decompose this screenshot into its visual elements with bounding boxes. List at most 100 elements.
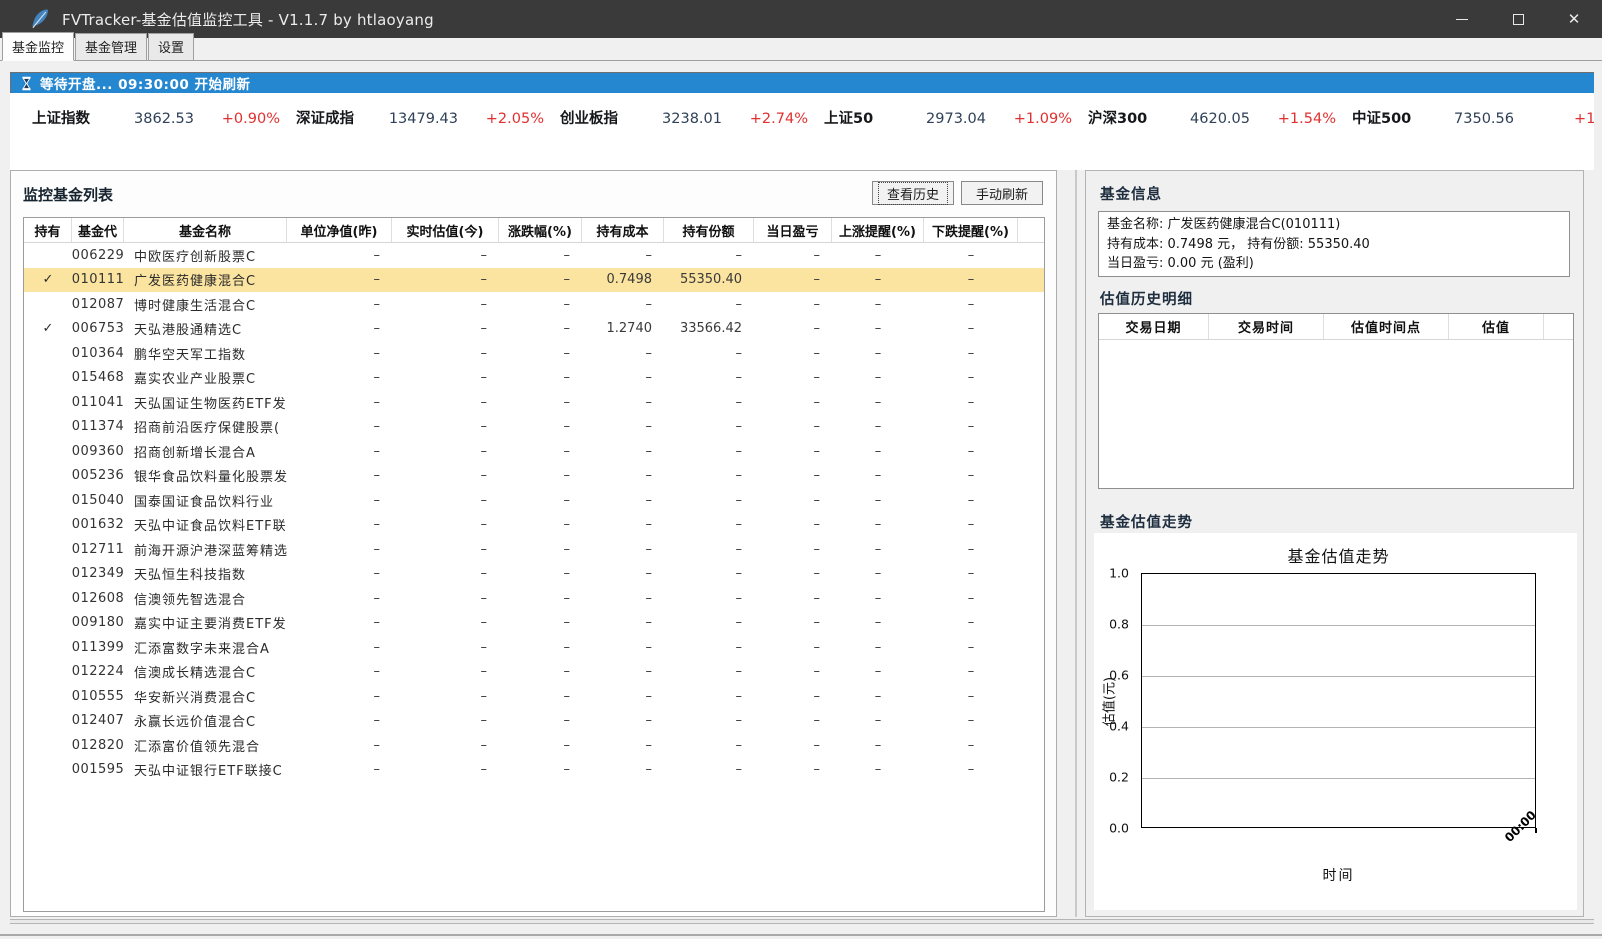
- cell-filler: [1018, 439, 1044, 464]
- cell-cost: –: [582, 243, 664, 268]
- fund-row[interactable]: 012349 天弘恒生科技指数 – – – – – – – –: [24, 562, 1044, 587]
- cell-rise-alert: –: [832, 464, 924, 489]
- cell-held: [24, 611, 72, 636]
- fund-row[interactable]: 005236 银华食品饮料量化股票发 – – – – – – – –: [24, 464, 1044, 489]
- cell-filler: [1018, 390, 1044, 415]
- cell-fall-alert: –: [924, 317, 1018, 342]
- cell-cost: –: [582, 586, 664, 611]
- cell-filler: [1018, 758, 1044, 783]
- cell-name: 信澳领先智选混合: [124, 586, 287, 611]
- cell-change-pct: –: [499, 611, 582, 636]
- cell-fall-alert: –: [924, 439, 1018, 464]
- cell-pnl-today: –: [754, 366, 832, 391]
- minimize-button[interactable]: [1434, 0, 1490, 38]
- column-header[interactable]: 上涨提醒(%): [832, 218, 924, 242]
- cell-nav-prev: –: [287, 243, 392, 268]
- column-header[interactable]: 当日盈亏: [754, 218, 832, 242]
- cell-nav-prev: –: [287, 586, 392, 611]
- fund-row[interactable]: 009360 招商创新增长混合A – – – – – – – –: [24, 439, 1044, 464]
- cell-filler: [1018, 562, 1044, 587]
- cell-code: 010111: [72, 268, 124, 293]
- column-header[interactable]: 实时估值(今): [392, 218, 499, 242]
- index-value: 3238.01: [626, 111, 722, 127]
- close-button[interactable]: ✕: [1546, 0, 1602, 38]
- tab[interactable]: 基金监控: [2, 32, 74, 61]
- cell-fall-alert: –: [924, 488, 1018, 513]
- view-history-button[interactable]: 查看历史: [872, 181, 954, 205]
- fund-row[interactable]: 010364 鹏华空天军工指数 – – – – – – – –: [24, 341, 1044, 366]
- chart-ytick-label: 0.8: [1109, 617, 1129, 632]
- cell-shares: –: [664, 562, 754, 587]
- cell-shares: –: [664, 415, 754, 440]
- column-header[interactable]: 持有份额: [664, 218, 754, 242]
- cell-shares: –: [664, 733, 754, 758]
- window-bottom-edge: [0, 934, 1602, 936]
- cell-rise-alert: –: [832, 366, 924, 391]
- column-header[interactable]: 基金代: [72, 218, 124, 242]
- cell-pnl-today: –: [754, 758, 832, 783]
- cell-rise-alert: –: [832, 611, 924, 636]
- column-header[interactable]: 下跌提醒(%): [924, 218, 1018, 242]
- history-column-header[interactable]: 估值: [1449, 314, 1544, 339]
- fund-row[interactable]: 015040 国泰国证食品饮料行业 – – – – – – – –: [24, 488, 1044, 513]
- cell-change-pct: –: [499, 341, 582, 366]
- cell-change-pct: –: [499, 488, 582, 513]
- cell-change-pct: –: [499, 733, 582, 758]
- column-header[interactable]: 单位净值(昨): [287, 218, 392, 242]
- cell-held: [24, 292, 72, 317]
- cell-shares: –: [664, 243, 754, 268]
- column-header[interactable]: 持有成本: [582, 218, 664, 242]
- fund-row[interactable]: 001595 天弘中证银行ETF联接C – – – – – – – –: [24, 758, 1044, 783]
- fund-row[interactable]: ✓ 010111 广发医药健康混合C – – – 0.7498 55350.40…: [24, 268, 1044, 293]
- cell-nav-prev: –: [287, 733, 392, 758]
- cell-cost: 0.7498: [582, 268, 664, 293]
- manual-refresh-button[interactable]: 手动刷新: [961, 181, 1043, 205]
- fund-row[interactable]: 012608 信澳领先智选混合 – – – – – – – –: [24, 586, 1044, 611]
- fund-row[interactable]: 012224 信澳成长精选混合C – – – – – – – –: [24, 660, 1044, 685]
- fund-row[interactable]: 010555 华安新兴消费混合C – – – – – – – –: [24, 684, 1044, 709]
- horizontal-scrollbar[interactable]: [10, 919, 1594, 924]
- fund-row[interactable]: 001632 天弘中证食品饮料ETF联 – – – – – – – –: [24, 513, 1044, 538]
- history-column-header[interactable]: 交易日期: [1099, 314, 1209, 339]
- cell-fall-alert: –: [924, 635, 1018, 660]
- panel-divider[interactable]: [1075, 170, 1077, 917]
- cell-held: [24, 733, 72, 758]
- tab[interactable]: 设置: [148, 33, 194, 60]
- cell-filler: [1018, 292, 1044, 317]
- cell-fall-alert: –: [924, 366, 1018, 391]
- cell-rise-alert: –: [832, 537, 924, 562]
- cell-held: [24, 635, 72, 660]
- fund-row[interactable]: ✓ 006753 天弘港股通精选C – – – 1.2740 33566.42 …: [24, 317, 1044, 342]
- cell-cost: –: [582, 464, 664, 489]
- cell-pnl-today: –: [754, 268, 832, 293]
- history-column-header[interactable]: 交易时间: [1209, 314, 1324, 339]
- fund-row[interactable]: 012407 永赢长远价值混合C – – – – – – – –: [24, 709, 1044, 734]
- fund-row[interactable]: 009180 嘉实中证主要消费ETF发 – – – – – – – –: [24, 611, 1044, 636]
- fund-row[interactable]: 012087 博时健康生活混合C – – – – – – – –: [24, 292, 1044, 317]
- index-change: +1.09%: [986, 111, 1072, 127]
- cell-change-pct: –: [499, 635, 582, 660]
- cell-pnl-today: –: [754, 635, 832, 660]
- column-header[interactable]: 持有: [24, 218, 72, 242]
- chart-xtick-mark: [1535, 828, 1537, 833]
- fund-row[interactable]: 011041 天弘国证生物医药ETF发 – – – – – – – –: [24, 390, 1044, 415]
- cell-code: 012608: [72, 586, 124, 611]
- cell-code: 011399: [72, 635, 124, 660]
- cell-change-pct: –: [499, 660, 582, 685]
- fund-row[interactable]: 011374 招商前沿医疗保健股票( – – – – – – – –: [24, 415, 1044, 440]
- column-header[interactable]: 基金名称: [124, 218, 287, 242]
- fund-row[interactable]: 006229 中欧医疗创新股票C – – – – – – – –: [24, 243, 1044, 268]
- fund-row[interactable]: 015468 嘉实农业产业股票C – – – – – – – –: [24, 366, 1044, 391]
- fund-row[interactable]: 012820 汇添富价值领先混合 – – – – – – – –: [24, 733, 1044, 758]
- cell-filler: [1018, 268, 1044, 293]
- history-column-header[interactable]: 估值时间点: [1324, 314, 1449, 339]
- cell-rise-alert: –: [832, 243, 924, 268]
- fund-row[interactable]: 012711 前海开源沪港深蓝筹精选 – – – – – – – –: [24, 537, 1044, 562]
- tab[interactable]: 基金管理: [75, 33, 147, 60]
- cell-name: 鹏华空天军工指数: [124, 341, 287, 366]
- fund-row[interactable]: 011399 汇添富数字未来混合A – – – – – – – –: [24, 635, 1044, 660]
- cell-change-pct: –: [499, 317, 582, 342]
- column-header[interactable]: 涨跌幅(%): [499, 218, 582, 242]
- maximize-button[interactable]: [1490, 0, 1546, 38]
- index-change: +2.74%: [722, 111, 808, 127]
